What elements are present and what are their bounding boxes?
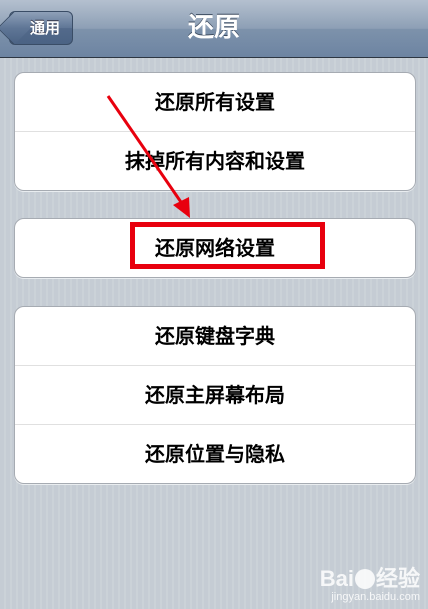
highlight-box [130,222,325,269]
page-title: 还原 [187,13,240,43]
settings-group-other: 还原键盘字典 还原主屏幕布局 还原位置与隐私 [14,306,416,484]
watermark-url: jingyan.baidu.com [331,590,420,603]
reset-location-privacy-button[interactable]: 还原位置与隐私 [15,424,415,483]
reset-keyboard-dictionary-button[interactable]: 还原键盘字典 [15,307,415,365]
settings-group-reset-all: 还原所有设置 抹掉所有内容和设置 [14,72,416,191]
reset-home-screen-layout-button[interactable]: 还原主屏幕布局 [15,365,415,424]
erase-all-content-button[interactable]: 抹掉所有内容和设置 [15,131,415,190]
watermark-brand-right: 经验 [375,565,420,591]
baidu-jingyan-watermark: Bai 经验 jingyan.baidu.com [319,565,420,603]
paw-icon [354,568,375,589]
navigation-bar: 通用 还原 [0,0,428,58]
reset-all-settings-button[interactable]: 还原所有设置 [15,73,415,131]
watermark-brand-left: Bai [319,565,354,591]
